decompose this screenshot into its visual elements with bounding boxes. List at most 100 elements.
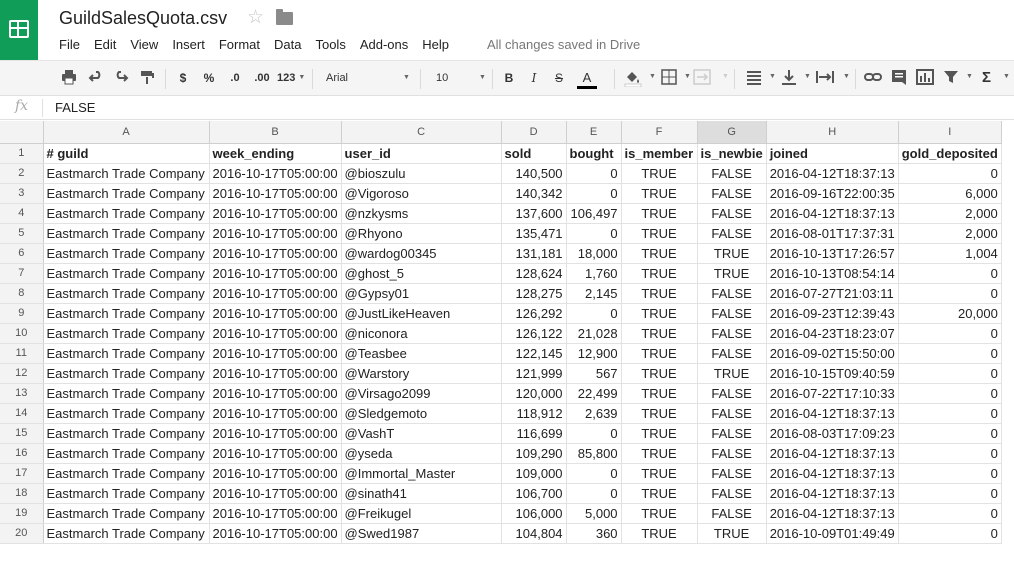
cell[interactable]: 0 — [898, 463, 1002, 484]
cell[interactable]: 20,000 — [898, 303, 1002, 324]
cell[interactable]: Eastmarch Trade Company — [43, 243, 210, 264]
cell[interactable]: 2016-10-17T05:00:00 — [209, 523, 342, 544]
cell[interactable]: 140,500 — [501, 163, 567, 184]
row-number[interactable]: 5 — [0, 223, 44, 244]
cell[interactable]: is_newbie — [697, 143, 767, 164]
column-header-c[interactable]: C — [341, 121, 502, 144]
cell[interactable]: 2016-10-13T17:26:57 — [766, 243, 899, 264]
cell[interactable]: TRUE — [697, 523, 767, 544]
cell[interactable]: Eastmarch Trade Company — [43, 303, 210, 324]
font-family-dropdown[interactable]: Arial ▼ — [326, 69, 410, 87]
cell[interactable]: 2016-04-12T18:37:13 — [766, 463, 899, 484]
font-size-dropdown[interactable]: 10 ▼ — [436, 69, 486, 87]
cell[interactable]: 118,912 — [501, 403, 567, 424]
cell[interactable]: Eastmarch Trade Company — [43, 323, 210, 344]
column-header-f[interactable]: F — [621, 121, 698, 144]
cell[interactable]: 2,145 — [566, 283, 622, 304]
cell[interactable]: TRUE — [621, 383, 698, 404]
cell[interactable]: @yseda — [341, 443, 502, 464]
merge-cells-icon[interactable] — [693, 69, 711, 87]
redo-icon[interactable] — [113, 69, 129, 87]
cell[interactable]: TRUE — [621, 423, 698, 444]
cell[interactable]: Eastmarch Trade Company — [43, 463, 210, 484]
formula-input[interactable]: FALSE — [55, 100, 95, 115]
cell[interactable]: 0 — [898, 403, 1002, 424]
row-number[interactable]: 8 — [0, 283, 44, 304]
star-icon[interactable]: ☆ — [247, 6, 264, 29]
cell[interactable]: @niconora — [341, 323, 502, 344]
column-header-a[interactable]: A — [43, 121, 210, 144]
insert-link-icon[interactable] — [864, 69, 882, 87]
cell[interactable]: FALSE — [697, 463, 767, 484]
cell[interactable]: 131,181 — [501, 243, 567, 264]
cell[interactable]: @nzkysms — [341, 203, 502, 224]
cell[interactable]: 2016-10-17T05:00:00 — [209, 323, 342, 344]
cell[interactable]: 2016-10-17T05:00:00 — [209, 243, 342, 264]
bold-button[interactable]: B — [503, 69, 515, 87]
menu-addons[interactable]: Add-ons — [360, 36, 408, 54]
row-number[interactable]: 10 — [0, 323, 44, 344]
cell[interactable]: FALSE — [697, 163, 767, 184]
row-number[interactable]: 3 — [0, 183, 44, 204]
cell[interactable]: @Teasbee — [341, 343, 502, 364]
cell[interactable]: 2016-10-15T09:40:59 — [766, 363, 899, 384]
row-number[interactable]: 12 — [0, 363, 44, 384]
cell[interactable]: 2016-04-12T18:37:13 — [766, 503, 899, 524]
cell[interactable]: TRUE — [621, 483, 698, 504]
cell[interactable]: 0 — [566, 163, 622, 184]
cell[interactable]: 128,275 — [501, 283, 567, 304]
print-icon[interactable] — [61, 69, 77, 87]
column-header-d[interactable]: D — [501, 121, 567, 144]
cell[interactable]: 2016-10-09T01:49:49 — [766, 523, 899, 544]
cell[interactable]: 85,800 — [566, 443, 622, 464]
paint-format-icon[interactable] — [139, 69, 155, 87]
row-number[interactable]: 7 — [0, 263, 44, 284]
cell[interactable]: FALSE — [697, 323, 767, 344]
cell[interactable]: TRUE — [621, 523, 698, 544]
cell[interactable]: 2016-04-12T18:37:13 — [766, 163, 899, 184]
cell[interactable]: @VashT — [341, 423, 502, 444]
cell[interactable]: @Virsago2099 — [341, 383, 502, 404]
cell[interactable]: FALSE — [697, 203, 767, 224]
cell[interactable]: 21,028 — [566, 323, 622, 344]
cell[interactable]: @wardog00345 — [341, 243, 502, 264]
cell[interactable]: 0 — [898, 343, 1002, 364]
cell[interactable]: FALSE — [697, 283, 767, 304]
cell[interactable]: @Freikugel — [341, 503, 502, 524]
cell[interactable]: 2016-10-17T05:00:00 — [209, 403, 342, 424]
menu-insert[interactable]: Insert — [172, 36, 205, 54]
menu-edit[interactable]: Edit — [94, 36, 116, 54]
cell[interactable]: # guild — [43, 143, 210, 164]
cell[interactable]: Eastmarch Trade Company — [43, 523, 210, 544]
cell[interactable]: 2016-08-03T17:09:23 — [766, 423, 899, 444]
cell[interactable]: 360 — [566, 523, 622, 544]
increase-decimals-button[interactable]: .00 — [252, 69, 272, 87]
row-number[interactable]: 4 — [0, 203, 44, 224]
menu-data[interactable]: Data — [274, 36, 301, 54]
cell[interactable]: 2016-10-17T05:00:00 — [209, 183, 342, 204]
row-number[interactable]: 17 — [0, 463, 44, 484]
cell[interactable]: TRUE — [621, 303, 698, 324]
menu-file[interactable]: File — [59, 36, 80, 54]
cell[interactable]: 2016-10-17T05:00:00 — [209, 443, 342, 464]
cell[interactable]: Eastmarch Trade Company — [43, 203, 210, 224]
cell[interactable]: @Warstory — [341, 363, 502, 384]
row-number[interactable]: 2 — [0, 163, 44, 184]
cell[interactable]: 5,000 — [566, 503, 622, 524]
cell[interactable]: 109,290 — [501, 443, 567, 464]
cell[interactable]: TRUE — [697, 363, 767, 384]
cell[interactable]: Eastmarch Trade Company — [43, 263, 210, 284]
cell[interactable]: 2016-04-12T18:37:13 — [766, 483, 899, 504]
cell[interactable]: FALSE — [697, 483, 767, 504]
cell[interactable]: 0 — [898, 263, 1002, 284]
cell[interactable]: 0 — [566, 463, 622, 484]
cell[interactable]: 2016-10-17T05:00:00 — [209, 263, 342, 284]
cell[interactable]: 106,000 — [501, 503, 567, 524]
cell[interactable]: Eastmarch Trade Company — [43, 503, 210, 524]
cell[interactable]: 2016-10-17T05:00:00 — [209, 463, 342, 484]
cell[interactable]: joined — [766, 143, 899, 164]
cell[interactable]: 0 — [566, 483, 622, 504]
cell[interactable]: 22,499 — [566, 383, 622, 404]
cell[interactable]: 2016-10-17T05:00:00 — [209, 423, 342, 444]
cell[interactable]: TRUE — [697, 243, 767, 264]
